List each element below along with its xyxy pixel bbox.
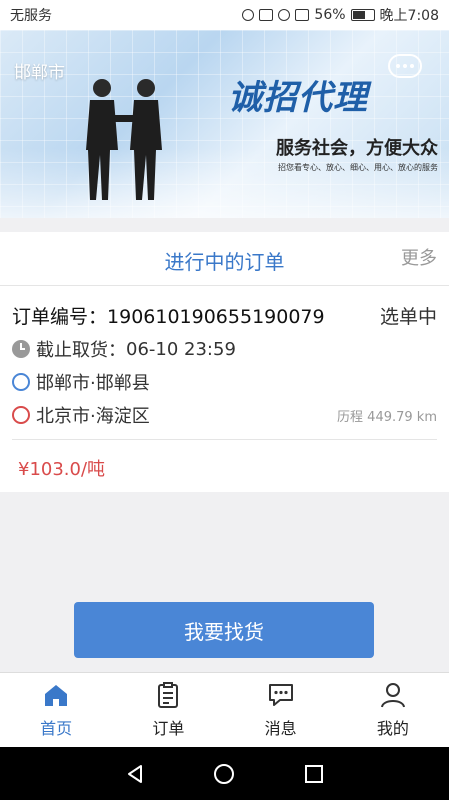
destination-icon <box>12 406 30 424</box>
destination-row: 北京市·海淀区 历程 449.79 km <box>12 402 437 428</box>
recent-apps-icon[interactable] <box>303 763 325 785</box>
deadline-row: 截止取货： 06-10 23:59 <box>12 336 437 362</box>
banner-title: 诚招代理 <box>228 78 368 118</box>
origin-text: 邯郸市·邯郸县 <box>36 373 150 394</box>
home-circle-icon[interactable] <box>213 763 235 785</box>
tab-label: 首页 <box>40 719 73 738</box>
clock-time: 晚上7:08 <box>379 8 439 24</box>
system-nav-bar <box>0 747 449 800</box>
chat-icon[interactable] <box>388 54 422 78</box>
order-status: 选单中 <box>379 306 437 328</box>
handshake-illustration <box>86 79 162 200</box>
tab-messages[interactable]: 消息 <box>225 673 337 747</box>
back-icon[interactable] <box>124 763 146 785</box>
order-number-row[interactable]: 订单编号：190610190655190079 选单中 <box>12 302 437 329</box>
card-title: 进行中的订单 <box>164 250 285 274</box>
tab-label: 订单 <box>152 719 185 738</box>
status-icons: 56% 晚上7:08 <box>242 5 439 25</box>
find-goods-button[interactable]: 我要找货 <box>74 602 374 658</box>
destination-text: 北京市·海淀区 <box>36 406 150 427</box>
deadline-label: 截止取货： <box>36 340 126 361</box>
bottom-tab-bar: 首页 订单 消息 我的 <box>0 672 449 747</box>
order-price: ¥103.0/吨 <box>18 459 106 480</box>
tab-home[interactable]: 首页 <box>0 673 112 747</box>
tab-orders[interactable]: 订单 <box>112 673 224 747</box>
deadline-value: 06-10 23:59 <box>126 338 236 360</box>
battery-icon <box>350 9 375 21</box>
clock-icon <box>12 340 30 358</box>
eye-icon <box>278 9 291 21</box>
distance-text: 历程 449.79 km <box>337 409 437 425</box>
location-icon <box>242 9 255 21</box>
battery-percent: 56% <box>314 7 346 23</box>
home-icon <box>45 685 68 706</box>
tab-mine[interactable]: 我的 <box>337 673 449 747</box>
more-link[interactable]: 更多 <box>401 244 437 270</box>
carrier-text: 无服务 <box>10 8 52 24</box>
order-number: 订单编号：190610190655190079 <box>12 306 325 328</box>
promo-banner[interactable]: 邯郸市 诚招代理 服务社会，方便大众 招您看专心、放心、细心、用心、放心的服务 <box>0 30 449 218</box>
tab-label: 消息 <box>264 719 297 738</box>
origin-row: 邯郸市·邯郸县 <box>12 369 437 395</box>
banner-subtitle: 服务社会，方便大众 <box>276 138 438 159</box>
vibrate-icon <box>259 9 274 21</box>
ongoing-orders-card: 进行中的订单 更多 订单编号：190610190655190079 选单中 截止… <box>0 232 449 492</box>
user-icon <box>380 683 405 708</box>
message-icon <box>268 684 293 706</box>
wifi-icon <box>295 9 310 21</box>
clipboard-icon <box>158 682 179 708</box>
origin-icon <box>12 373 30 391</box>
city-selector[interactable]: 邯郸市 <box>14 58 65 83</box>
card-header: 进行中的订单 更多 <box>0 232 449 286</box>
banner-tagline: 招您看专心、放心、细心、用心、放心的服务 <box>278 163 438 172</box>
tab-label: 我的 <box>376 719 409 738</box>
divider <box>12 439 437 440</box>
status-bar: 无服务 56% 晚上7:08 <box>0 0 449 30</box>
